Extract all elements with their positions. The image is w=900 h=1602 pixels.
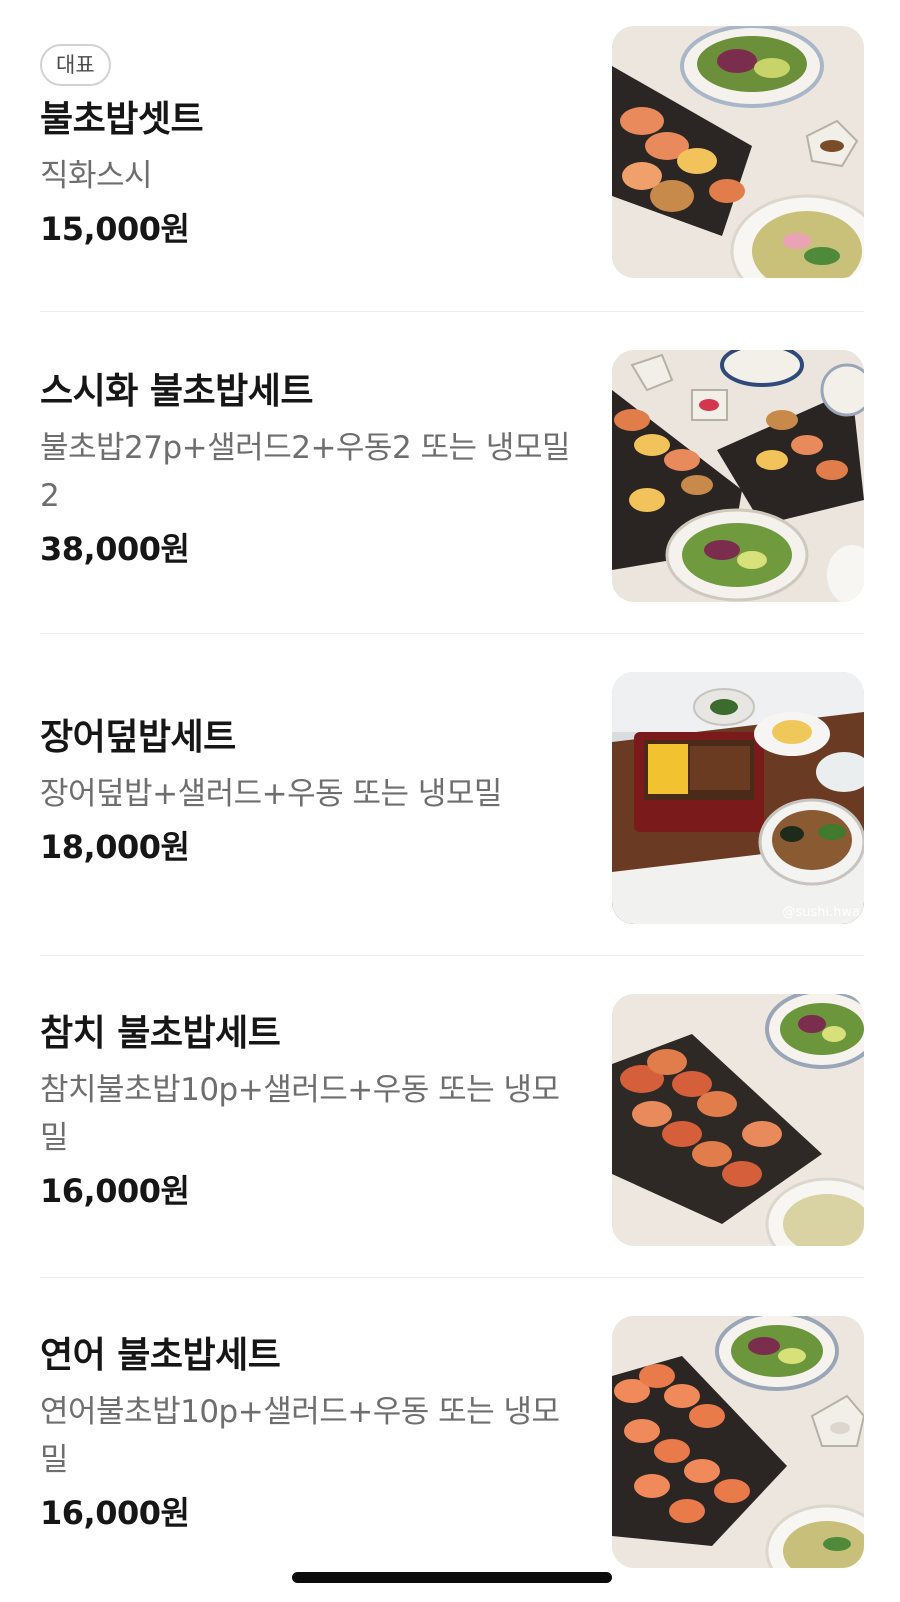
food-photo-icon	[612, 26, 864, 278]
menu-item-price: 15,000원	[40, 210, 190, 248]
menu-item-eel-rice-set[interactable]: 장어덮밥세트 장어덮밥+샐러드+우동 또는 냉모밀 18,000원 @sushi…	[40, 672, 864, 924]
menu-item-photo[interactable]	[612, 994, 864, 1246]
food-photo-icon	[612, 994, 864, 1246]
menu-item-photo[interactable]: @sushi.hwa	[612, 672, 864, 924]
home-indicator	[292, 1572, 612, 1583]
menu-item-text: 스시화 불초밥세트 불초밥27p+샐러드2+우동2 또는 냉모밀2 38,000…	[40, 368, 580, 572]
divider	[40, 311, 864, 312]
menu-item-bulchobap-set[interactable]: 대표 불초밥셋트 직화스시 15,000원	[40, 26, 864, 278]
menu-item-name: 불초밥셋트	[40, 99, 204, 140]
menu-item-name: 참치 불초밥세트	[40, 1013, 281, 1054]
menu-item-text: 장어덮밥세트 장어덮밥+샐러드+우동 또는 냉모밀 18,000원	[40, 714, 580, 870]
menu-item-text: 참치 불초밥세트 참치불초밥10p+샐러드+우동 또는 냉모밀 16,000원	[40, 1010, 580, 1214]
menu-item-name: 연어 불초밥세트	[40, 1335, 281, 1376]
food-photo-icon	[612, 350, 864, 602]
divider	[40, 633, 864, 634]
menu-item-price: 16,000원	[40, 1494, 190, 1532]
menu-item-tuna-set[interactable]: 참치 불초밥세트 참치불초밥10p+샐러드+우동 또는 냉모밀 16,000원	[40, 994, 864, 1246]
menu-item-price: 18,000원	[40, 828, 190, 866]
menu-item-name: 스시화 불초밥세트	[40, 371, 314, 412]
representative-badge: 대표	[40, 44, 111, 86]
menu-item-photo[interactable]	[612, 1316, 864, 1568]
menu-item-price: 38,000원	[40, 530, 190, 568]
divider	[40, 955, 864, 956]
menu-item-description: 불초밥27p+샐러드2+우동2 또는 냉모밀2	[40, 430, 571, 514]
food-photo-icon: @sushi.hwa	[612, 672, 864, 924]
menu-item-description: 참치불초밥10p+샐러드+우동 또는 냉모밀	[40, 1072, 560, 1156]
menu-item-photo[interactable]	[612, 350, 864, 602]
menu-item-text: 연어 불초밥세트 연어불초밥10p+샐러드+우동 또는 냉모밀 16,000원	[40, 1332, 580, 1536]
food-photo-icon	[612, 1316, 864, 1568]
watermark-text: @sushi.hwa	[782, 905, 860, 920]
menu-item-photo[interactable]	[612, 26, 864, 278]
menu-item-description: 장어덮밥+샐러드+우동 또는 냉모밀	[40, 776, 502, 812]
divider	[40, 1277, 864, 1278]
menu-item-text: 대표 불초밥셋트 직화스시 15,000원	[40, 44, 580, 252]
menu-item-sushihwa-set[interactable]: 스시화 불초밥세트 불초밥27p+샐러드2+우동2 또는 냉모밀2 38,000…	[40, 350, 864, 602]
menu-item-description: 직화스시	[40, 158, 153, 194]
menu-item-name: 장어덮밥세트	[40, 717, 236, 758]
menu-item-description: 연어불초밥10p+샐러드+우동 또는 냉모밀	[40, 1394, 560, 1478]
menu-item-salmon-set[interactable]: 연어 불초밥세트 연어불초밥10p+샐러드+우동 또는 냉모밀 16,000원	[40, 1316, 864, 1576]
menu-item-price: 16,000원	[40, 1172, 190, 1210]
